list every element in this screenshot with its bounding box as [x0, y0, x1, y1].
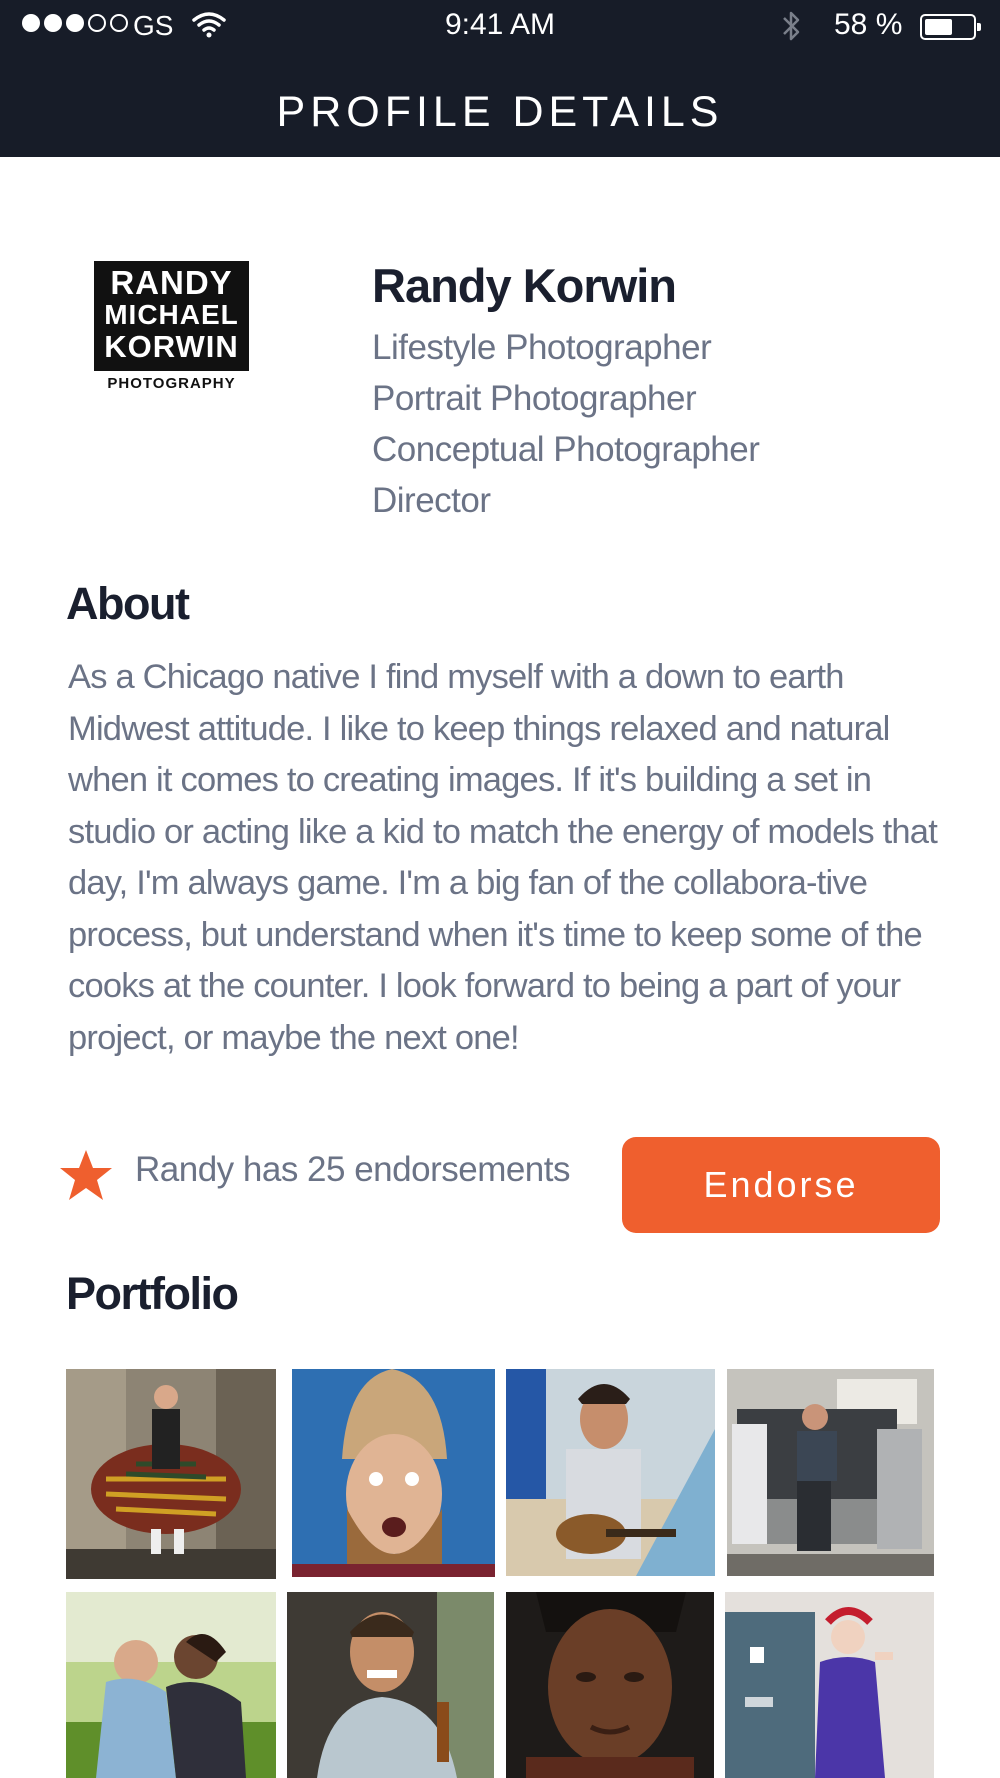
star-icon: [58, 1148, 114, 1204]
bluetooth-icon: [780, 8, 804, 51]
portfolio-thumbnail[interactable]: [287, 1592, 494, 1778]
portfolio-thumbnail[interactable]: [725, 1592, 934, 1778]
portfolio-thumbnail[interactable]: [292, 1369, 495, 1577]
about-text: As a Chicago native I find myself with a…: [68, 658, 938, 1057]
portfolio-thumbnail[interactable]: [66, 1369, 276, 1579]
battery-percent: 58 %: [834, 8, 903, 41]
portfolio-thumbnail[interactable]: [506, 1592, 714, 1778]
page-title: PROFILE DETAILS: [276, 88, 724, 136]
role-item: Director: [372, 481, 491, 520]
profile-logo: RANDY MICHAEL KORWIN PHOTOGRAPHY: [94, 261, 249, 392]
logo-line: RANDY: [110, 264, 233, 301]
portfolio-thumbnail[interactable]: [66, 1592, 276, 1778]
logo-box: RANDY MICHAEL KORWIN: [94, 261, 249, 371]
logo-line: MICHAEL: [104, 299, 239, 330]
portfolio-thumbnail[interactable]: [506, 1369, 715, 1576]
role-item: Portrait Photographer: [372, 379, 697, 418]
endorse-button[interactable]: Endorse: [622, 1137, 940, 1233]
battery-icon: [920, 14, 981, 40]
logo-subtitle: PHOTOGRAPHY: [107, 375, 236, 392]
battery-nub: [977, 23, 981, 31]
portfolio-thumbnail[interactable]: [727, 1369, 934, 1576]
profile-roles: Lifestyle Photographer Portrait Photogra…: [372, 322, 760, 526]
app-header: GS 9:41 AM 58 % PROFILE DETAILS: [0, 0, 1000, 157]
role-item: Conceptual Photographer: [372, 430, 760, 469]
role-item: Lifestyle Photographer: [372, 328, 712, 367]
status-bar: GS 9:41 AM 58 %: [0, 0, 1000, 52]
portfolio-heading: Portfolio: [66, 1268, 239, 1319]
profile-name: Randy Korwin: [372, 259, 677, 312]
battery-fill: [925, 19, 952, 35]
logo-line: KORWIN: [104, 329, 239, 364]
endorsement-count: Randy has 25 endorsements: [135, 1150, 571, 1189]
about-heading: About: [66, 578, 190, 629]
